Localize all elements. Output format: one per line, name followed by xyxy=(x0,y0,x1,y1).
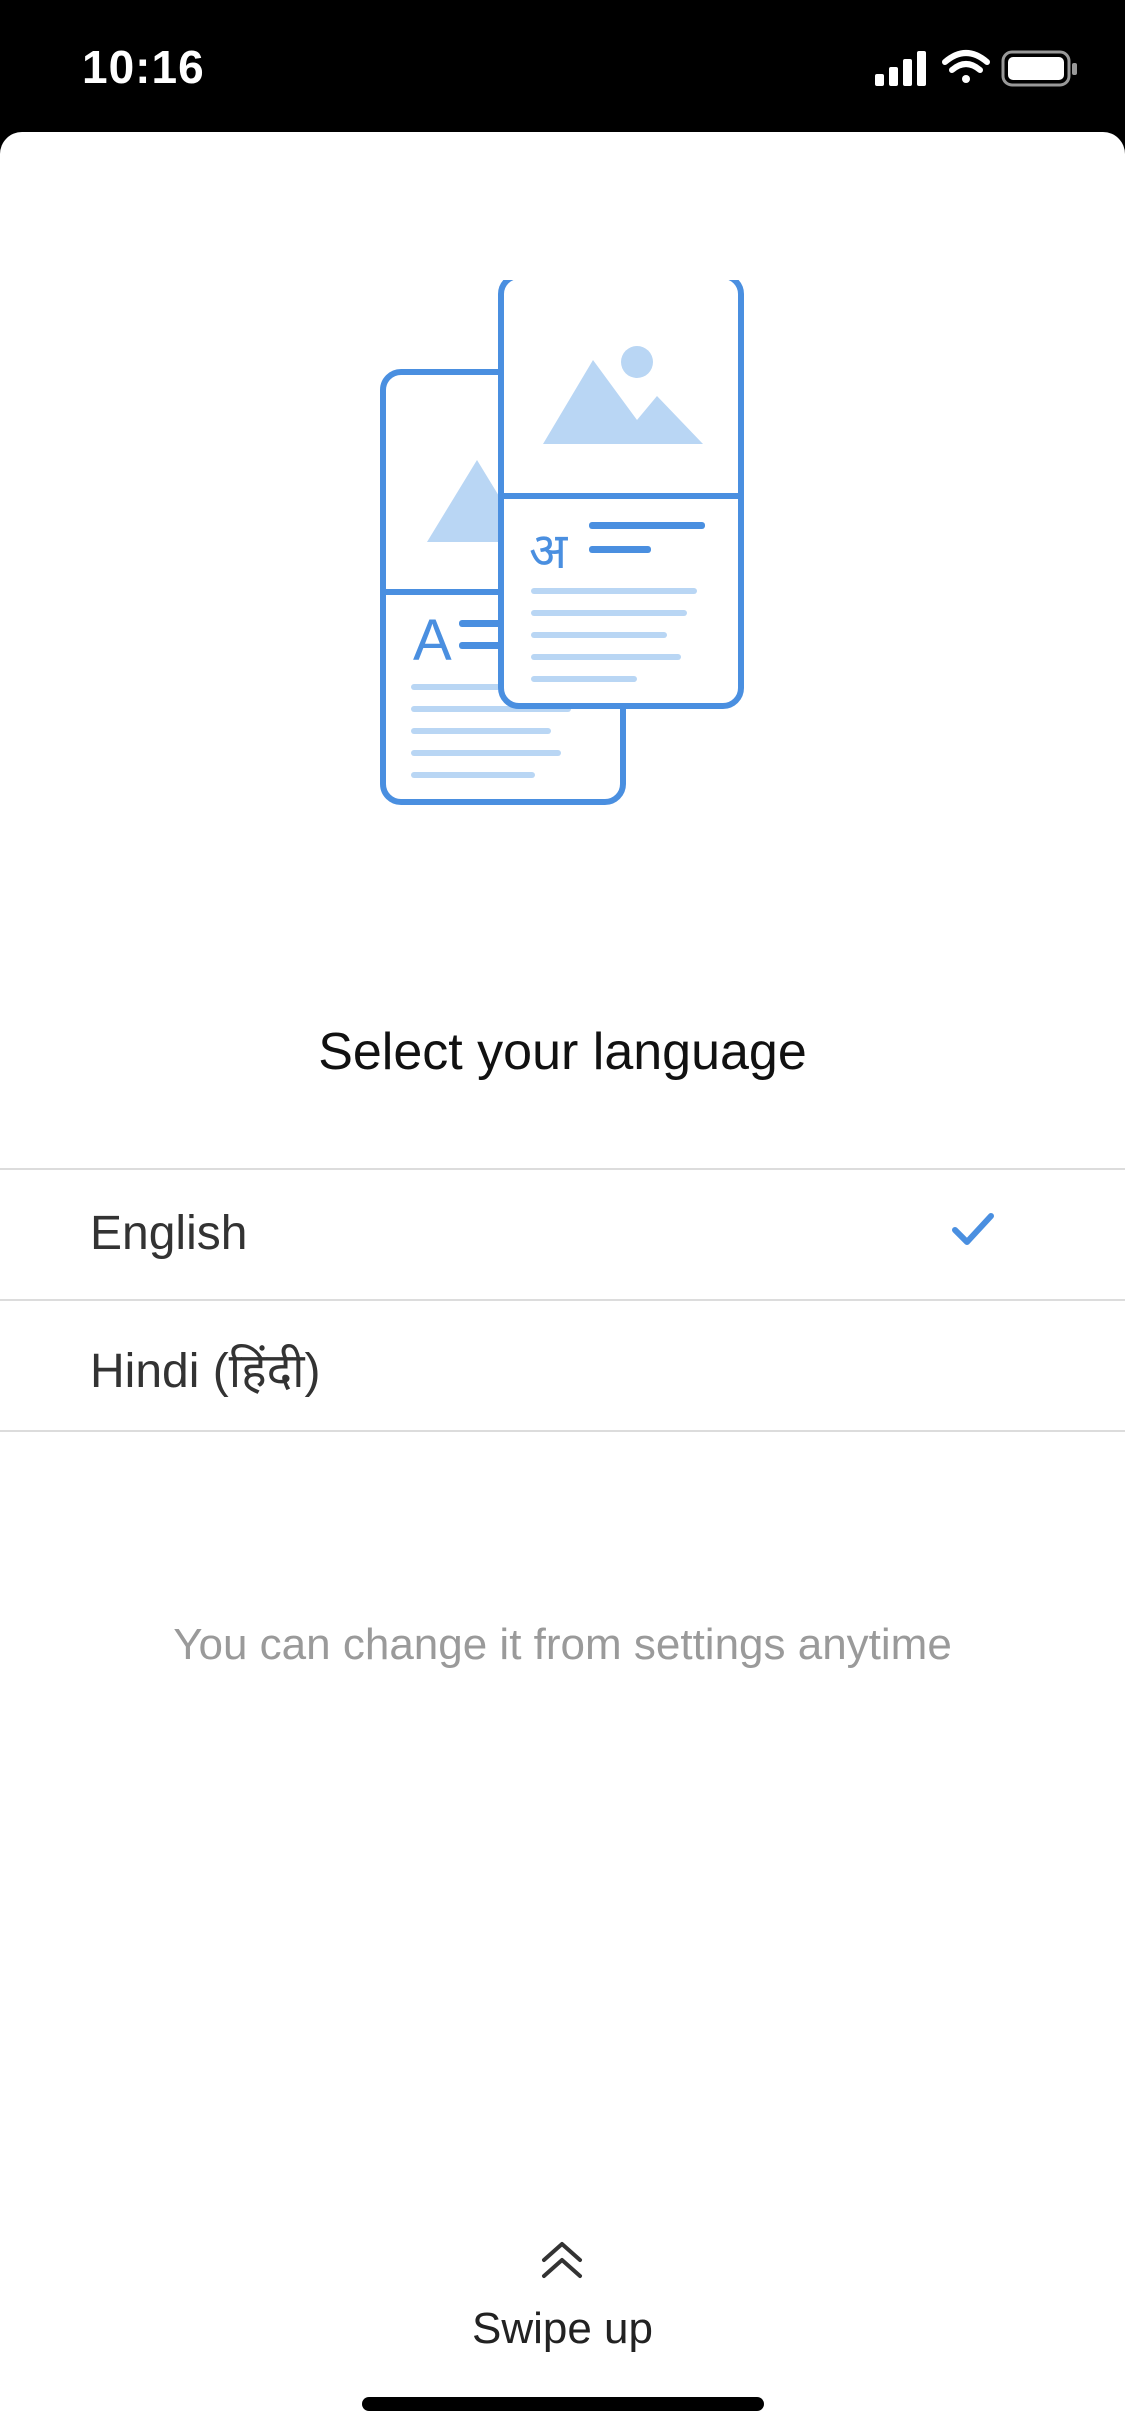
status-time: 10:16 xyxy=(82,41,205,93)
language-label: Hindi (हिंदी) xyxy=(90,1345,321,1398)
checkmark-icon xyxy=(952,1213,994,1245)
language-option-english[interactable]: English xyxy=(0,1168,1125,1299)
status-icons xyxy=(875,50,1077,87)
settings-hint: You can change it from settings anytime xyxy=(173,1620,952,1669)
battery-icon xyxy=(1001,50,1077,87)
swipe-up-label[interactable]: Swipe up xyxy=(0,2304,1125,2354)
language-option-hindi[interactable]: Hindi (हिंदी) xyxy=(0,1299,1125,1432)
double-chevron-up-icon[interactable] xyxy=(540,2240,584,2280)
language-list: English Hindi (हिंदी) xyxy=(0,1168,1125,1432)
home-indicator[interactable] xyxy=(362,2397,764,2411)
signal-icon xyxy=(875,51,926,86)
wifi-icon xyxy=(942,50,990,83)
page-title: Select your language xyxy=(318,1023,807,1081)
front-page-letter: अ xyxy=(529,522,568,580)
back-page-letter: A xyxy=(413,608,452,673)
status-bar: 10:16 xyxy=(0,0,1125,132)
translated-pages-illustration: A अ xyxy=(380,280,744,805)
front-page-icon: अ xyxy=(498,280,744,709)
language-label: English xyxy=(90,1207,248,1260)
